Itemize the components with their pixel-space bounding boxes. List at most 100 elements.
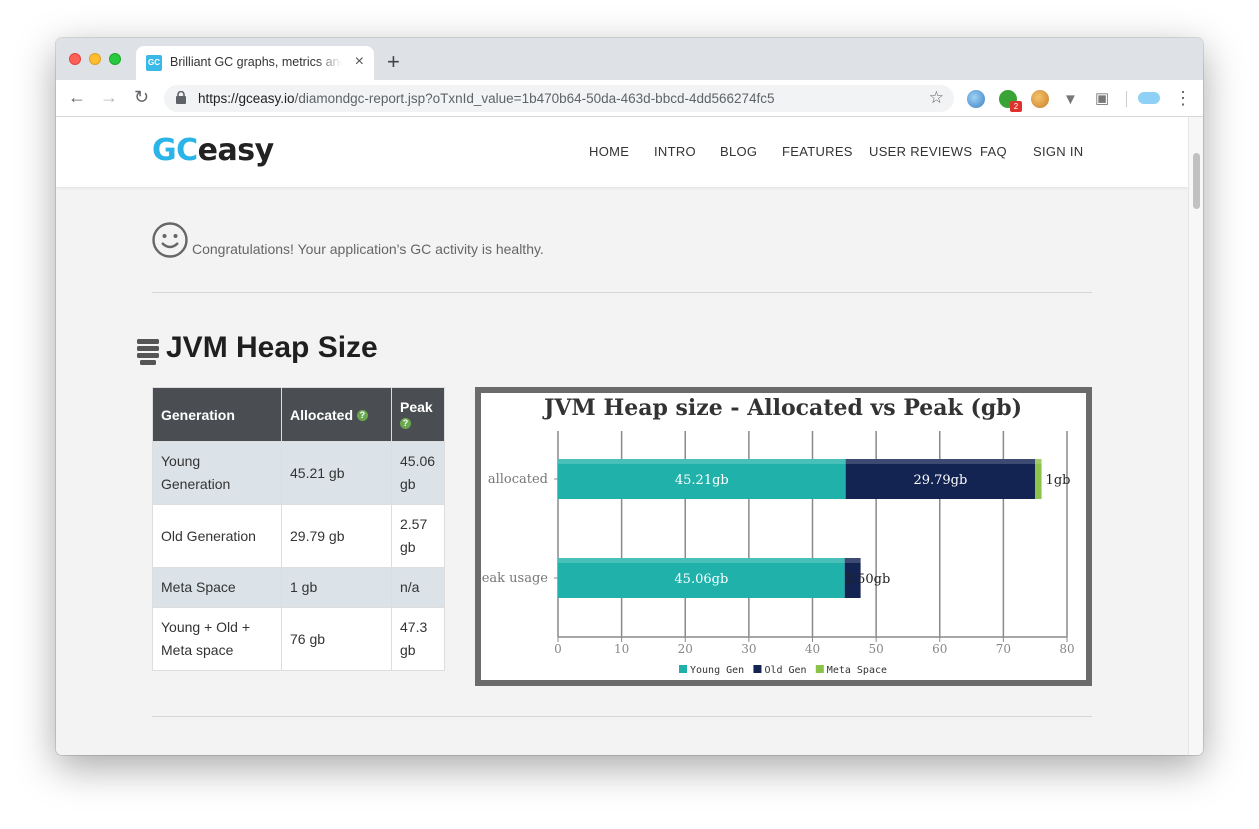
y-category-label: allocated <box>488 472 548 487</box>
table-row: Young Generation 45.21 gb 45.06 gb <box>152 441 445 505</box>
header-allocated-label: Allocated <box>290 406 354 423</box>
x-tick-label: 30 <box>741 642 756 656</box>
reload-icon[interactable]: ↻ <box>134 87 149 108</box>
bar-data-label: 45.21gb <box>675 473 729 488</box>
header-peak-label: Peak <box>400 398 433 415</box>
x-tick-label: 0 <box>554 642 562 656</box>
page-viewport: GCeasy HOME INTRO BLOG FEATURES USER REV… <box>56 117 1203 755</box>
bar-highlight <box>845 459 1036 464</box>
table-row: Young + Old + Meta space 76 gb 47.3 gb <box>152 607 445 671</box>
url-text: https://gceasy.io/diamondgc-report.jsp?o… <box>198 91 775 106</box>
bar-data-label: 29.79gb <box>913 473 967 488</box>
nav-features[interactable]: FEATURES <box>782 144 853 159</box>
x-tick-label: 80 <box>1059 642 1074 656</box>
tab-title: Brilliant GC graphs, metrics and <box>170 55 342 69</box>
nav-user-reviews[interactable]: USER REVIEWS <box>869 144 972 159</box>
legend-label: Old Gen <box>764 665 806 676</box>
header-generation: Generation <box>152 387 282 442</box>
smiley-icon <box>152 222 188 258</box>
tab-bar: GC Brilliant GC graphs, metrics and × + <box>56 38 1203 80</box>
lock-icon <box>176 91 186 104</box>
bar-highlight <box>558 558 845 563</box>
legend-label: Young Gen <box>690 665 744 676</box>
star-icon[interactable]: ☆ <box>929 88 944 108</box>
cookie-icon[interactable] <box>1031 90 1049 108</box>
bar-highlight <box>1035 459 1042 464</box>
table-cell: n/a <box>391 567 445 608</box>
triangle-extension-icon[interactable]: ▼ <box>1063 91 1078 108</box>
divider <box>152 292 1092 293</box>
legend-label: Meta Space <box>827 665 887 676</box>
x-tick-label: 10 <box>614 642 629 656</box>
x-tick-label: 20 <box>678 642 693 656</box>
nav-home[interactable]: HOME <box>589 144 629 159</box>
camera-icon[interactable]: ▣ <box>1095 89 1109 107</box>
bar-highlight <box>558 459 846 464</box>
table-cell: Old Generation <box>152 504 282 568</box>
legend-swatch <box>815 665 824 673</box>
table-cell: 45.06 gb <box>391 441 445 505</box>
x-tick-label: 40 <box>805 642 820 656</box>
heap-chart: JVM Heap size - Allocated vs Peak (gb) 0 1… <box>481 393 1086 680</box>
x-tick-label: 70 <box>996 642 1011 656</box>
section-title: JVM Heap Size <box>166 331 378 364</box>
extension-globe-icon[interactable] <box>967 90 985 108</box>
close-tab-icon[interactable]: × <box>355 53 364 71</box>
bar-highlight <box>844 558 861 563</box>
bar-meta-space <box>1035 459 1042 499</box>
header-peak: Peak? <box>391 387 445 442</box>
logo-easy: easy <box>197 133 275 168</box>
nav-sign-in[interactable]: SIGN IN <box>1033 144 1084 159</box>
gceasy-logo[interactable]: GCeasy <box>152 133 274 168</box>
url-host: https://gceasy.io <box>198 91 295 106</box>
help-icon[interactable]: ? <box>400 418 411 430</box>
nav-blog[interactable]: BLOG <box>720 144 757 159</box>
maximize-window-button[interactable] <box>109 53 121 65</box>
help-icon[interactable]: ? <box>356 410 368 422</box>
table-cell: 29.79 gb <box>281 504 392 568</box>
logo-gc: GC <box>152 133 198 168</box>
header-allocated: Allocated ? <box>281 387 392 442</box>
forward-arrow-icon[interactable]: → <box>100 87 118 108</box>
table-cell: Young + Old + Meta space <box>152 607 282 671</box>
url-input[interactable]: https://gceasy.io/diamondgc-report.jsp?o… <box>164 85 954 112</box>
database-icon <box>137 339 159 365</box>
heap-chart-frame: JVM Heap size - Allocated vs Peak (gb) 0 1… <box>475 387 1092 686</box>
extension-badge: 2 <box>1010 101 1022 112</box>
chart-title: JVM Heap size - Allocated vs Peak (gb) <box>542 395 1022 421</box>
bar-data-label: 1gb <box>1046 473 1071 488</box>
new-tab-button[interactable]: + <box>387 49 400 75</box>
browser-window: GC Brilliant GC graphs, metrics and × + … <box>56 38 1203 755</box>
browser-tab[interactable]: GC Brilliant GC graphs, metrics and × <box>136 46 374 80</box>
back-arrow-icon[interactable]: ← <box>68 87 86 108</box>
table-cell: 45.21 gb <box>281 441 392 505</box>
nav-intro[interactable]: INTRO <box>654 144 696 159</box>
divider <box>152 716 1092 717</box>
heap-chart-svg: JVM Heap size - Allocated vs Peak (gb) 0 1… <box>481 395 1075 676</box>
table-row: Old Generation 29.79 gb 2.57 gb <box>152 504 445 568</box>
heap-size-table: Generation Allocated ? Peak? Young Gener… <box>152 387 445 671</box>
scroll-thumb[interactable] <box>1193 153 1200 209</box>
table-cell: Young Generation <box>152 441 282 505</box>
header-generation-label: Generation <box>161 406 235 423</box>
congrats-message: Congratulations! Your application's GC a… <box>192 241 544 257</box>
address-bar: ← → ↻ https://gceasy.io/diamondgc-report… <box>56 80 1203 117</box>
bar-data-label: 2.50gb <box>845 572 891 587</box>
table-cell: 76 gb <box>281 607 392 671</box>
table-cell: 2.57 gb <box>391 504 445 568</box>
minimize-window-button[interactable] <box>89 53 101 65</box>
table-cell: Meta Space <box>152 567 282 608</box>
table-row: Meta Space 1 gb n/a <box>152 567 445 608</box>
table-cell: 1 gb <box>281 567 392 608</box>
menu-dots-icon[interactable]: ⋮ <box>1174 88 1192 109</box>
x-tick-label: 60 <box>932 642 947 656</box>
scrollbar[interactable] <box>1188 117 1203 755</box>
x-tick-label: 50 <box>868 642 883 656</box>
cloud-icon[interactable] <box>1138 92 1160 104</box>
site-header: GCeasy HOME INTRO BLOG FEATURES USER REV… <box>56 117 1188 187</box>
close-window-button[interactable] <box>69 53 81 65</box>
url-path: /diamondgc-report.jsp?oTxnId_value=1b470… <box>294 91 775 106</box>
legend-swatch <box>679 665 687 673</box>
favicon-icon: GC <box>146 55 162 71</box>
nav-faq[interactable]: FAQ <box>980 144 1007 159</box>
